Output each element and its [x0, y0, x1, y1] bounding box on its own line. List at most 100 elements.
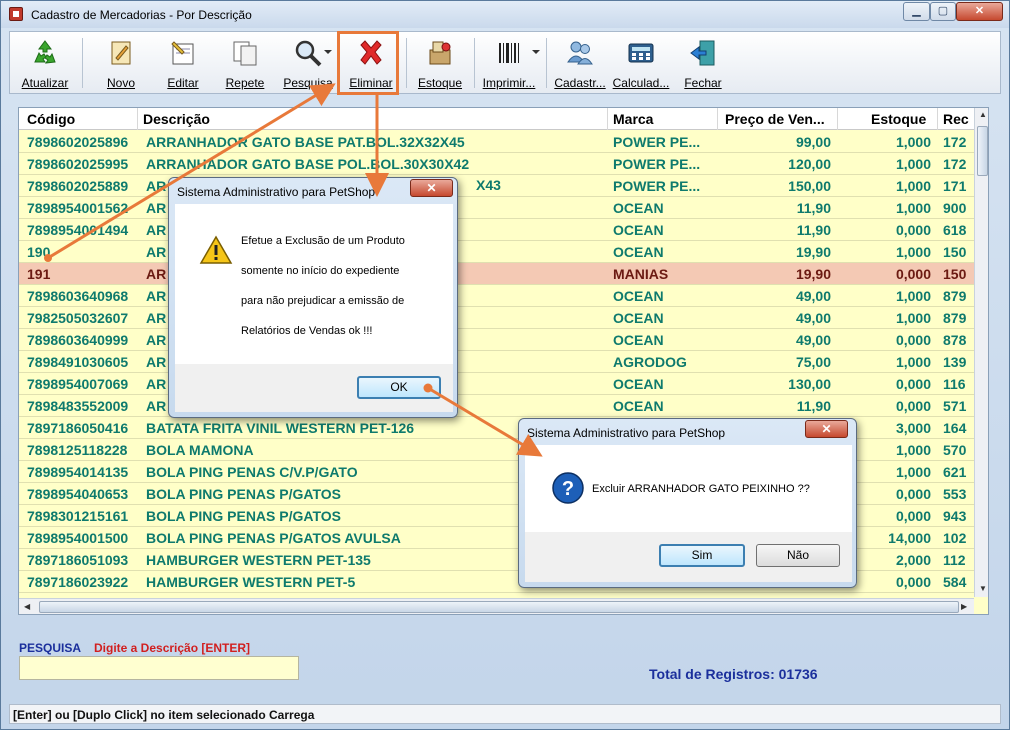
vertical-scrollbar[interactable]: ▲ ▼ [974, 108, 988, 597]
minimize-button[interactable]: ▁ [903, 2, 930, 21]
scroll-up-icon[interactable]: ▲ [979, 110, 987, 119]
edit-button[interactable]: Editar [158, 34, 208, 92]
table-row[interactable]: 7898603640968 AR OCEAN 49,00 1,000 879 [19, 285, 974, 307]
warning-line-2: somente no início do expediente [241, 265, 400, 277]
cell-stock: 1,000 [895, 354, 931, 370]
cell-brand: OCEAN [613, 332, 664, 348]
cell-rec: 618 [943, 222, 967, 238]
close-window-button[interactable]: ✕ [956, 2, 1003, 21]
cell-rec: 164 [943, 420, 967, 436]
warning-dialog-title: Sistema Administrativo para PetShop [177, 185, 376, 199]
table-row[interactable]: 190 AR OCEAN 19,90 1,000 150 [19, 241, 974, 263]
calculator-icon [628, 43, 654, 63]
table-row-selected[interactable]: 191 AR MANIAS 19,90 0,000 150 [19, 263, 974, 285]
header-brand[interactable]: Marca [613, 111, 653, 127]
grid-header: Código Descrição Marca Preço de Ven... E… [19, 108, 988, 130]
warning-dialog-body: Efetue a Exclusão de um Produto somente … [175, 204, 453, 364]
search-icon [295, 40, 322, 67]
confirm-dialog: Sistema Administrativo para PetShop ✕ ? … [518, 418, 857, 588]
header-stock[interactable]: Estoque [871, 111, 926, 127]
cell-brand: OCEAN [613, 310, 664, 326]
cell-code: 7898603640999 [27, 332, 129, 348]
users-icon [567, 41, 593, 65]
table-row[interactable]: 7898491030605 AR AGRODOG 75,00 1,000 139 [19, 351, 974, 373]
cell-rec: 102 [943, 530, 967, 546]
horizontal-scroll-thumb[interactable] [39, 601, 959, 613]
confirm-dialog-footer: Sim Não [525, 532, 852, 582]
main-window: Cadastro de Mercadorias - Por Descrição … [0, 0, 1010, 730]
cell-code: 190 [27, 244, 51, 260]
scroll-left-icon[interactable]: ◀ [24, 602, 30, 611]
toolbar: Atualizar Novo Editar Repete Pesquisa El… [9, 31, 1001, 94]
cell-brand: OCEAN [613, 376, 664, 392]
confirm-dialog-close-button[interactable]: ✕ [805, 420, 848, 438]
table-row[interactable]: 7898483552009 AR OCEAN 11,90 0,000 571 [19, 395, 974, 417]
header-divider [137, 108, 138, 130]
cell-stock: 1,000 [895, 178, 931, 194]
warning-line-3: para não prejudicar a emissão de [241, 295, 405, 307]
exit-door-icon [690, 40, 715, 66]
calculator-button[interactable]: Calculad... [612, 34, 670, 92]
cell-price: 150,00 [788, 178, 831, 194]
svg-text:?: ? [562, 478, 574, 500]
toolbar-separator [546, 38, 547, 88]
scroll-down-icon[interactable]: ▼ [979, 584, 987, 593]
cell-code: 7898483552009 [27, 398, 129, 414]
table-row[interactable]: 7898954001562 AR OCEAN 11,90 1,000 900 [19, 197, 974, 219]
table-row[interactable]: 7898954007069 AR OCEAN 130,00 0,000 116 [19, 373, 974, 395]
chevron-down-icon[interactable] [324, 50, 332, 54]
cell-rec: 878 [943, 332, 967, 348]
chevron-down-icon[interactable] [532, 50, 540, 54]
print-button[interactable]: Imprimir... [480, 34, 538, 92]
new-document-icon [111, 41, 131, 65]
close-button[interactable]: Fechar [678, 34, 728, 92]
cell-code: 7898954001562 [27, 200, 129, 216]
cell-code: 7982505032607 [27, 310, 129, 326]
warning-dialog: Sistema Administrativo para PetShop ✕ Ef… [168, 177, 458, 418]
register-button[interactable]: Cadastr... [552, 34, 608, 92]
header-description[interactable]: Descrição [143, 111, 210, 127]
warning-dialog-close-button[interactable]: ✕ [410, 179, 453, 197]
header-divider [937, 108, 938, 130]
cell-rec: 553 [943, 486, 967, 502]
cell-brand: OCEAN [613, 398, 664, 414]
new-button[interactable]: Novo [96, 34, 146, 92]
table-row[interactable]: 7898602025995 ARRANHADOR GATO BASE POL.BO… [19, 153, 974, 175]
table-row[interactable]: 7898603640999 AR OCEAN 49,00 0,000 878 [19, 329, 974, 351]
cell-brand: POWER PE... [613, 178, 701, 194]
barcode-icon [499, 43, 519, 63]
header-rec[interactable]: Rec [943, 111, 969, 127]
table-row[interactable]: 7898954001494 AR OCEAN 11,90 0,000 618 [19, 219, 974, 241]
cell-rec: 112 [943, 552, 966, 568]
cell-rec: 879 [943, 288, 967, 304]
register-label: Cadastr... [554, 76, 606, 90]
no-button[interactable]: Não [756, 544, 840, 567]
search-input[interactable] [19, 656, 299, 680]
horizontal-scrollbar[interactable]: ◀ ▶ [19, 598, 974, 614]
cell-rec: 150 [943, 244, 967, 260]
header-price[interactable]: Preço de Ven... [725, 111, 835, 127]
refresh-button[interactable]: Atualizar [20, 34, 70, 92]
cell-rec: 150 [943, 266, 967, 282]
toolbar-separator [474, 38, 475, 88]
cell-code: 7898602025889 [27, 178, 129, 194]
warning-line-1: Efetue a Exclusão de um Produto [241, 235, 405, 247]
repeat-button[interactable]: Repete [220, 34, 270, 92]
scroll-right-icon[interactable]: ▶ [961, 602, 967, 611]
maximize-button[interactable]: ▢ [930, 2, 956, 21]
yes-button[interactable]: Sim [659, 544, 745, 567]
stock-button[interactable]: Estoque [414, 34, 466, 92]
cell-stock: 1,000 [895, 310, 931, 326]
cell-price: 130,00 [788, 376, 831, 392]
table-row[interactable]: 7982505032607 AR OCEAN 49,00 1,000 879 [19, 307, 974, 329]
toolbar-separator [82, 38, 83, 88]
title-bar: Cadastro de Mercadorias - Por Descrição … [1, 1, 1009, 28]
table-row[interactable]: 7898602025896 ARRANHADOR GATO BASE PAT.BO… [19, 131, 974, 153]
search-button[interactable]: Pesquisa [282, 34, 334, 92]
vertical-scroll-thumb[interactable] [977, 126, 988, 176]
close-label: Fechar [684, 76, 722, 90]
header-code[interactable]: Código [27, 111, 75, 127]
ok-button[interactable]: OK [357, 376, 441, 399]
cell-code: 7897186050416 [27, 420, 129, 436]
cell-stock: 0,000 [895, 266, 931, 282]
